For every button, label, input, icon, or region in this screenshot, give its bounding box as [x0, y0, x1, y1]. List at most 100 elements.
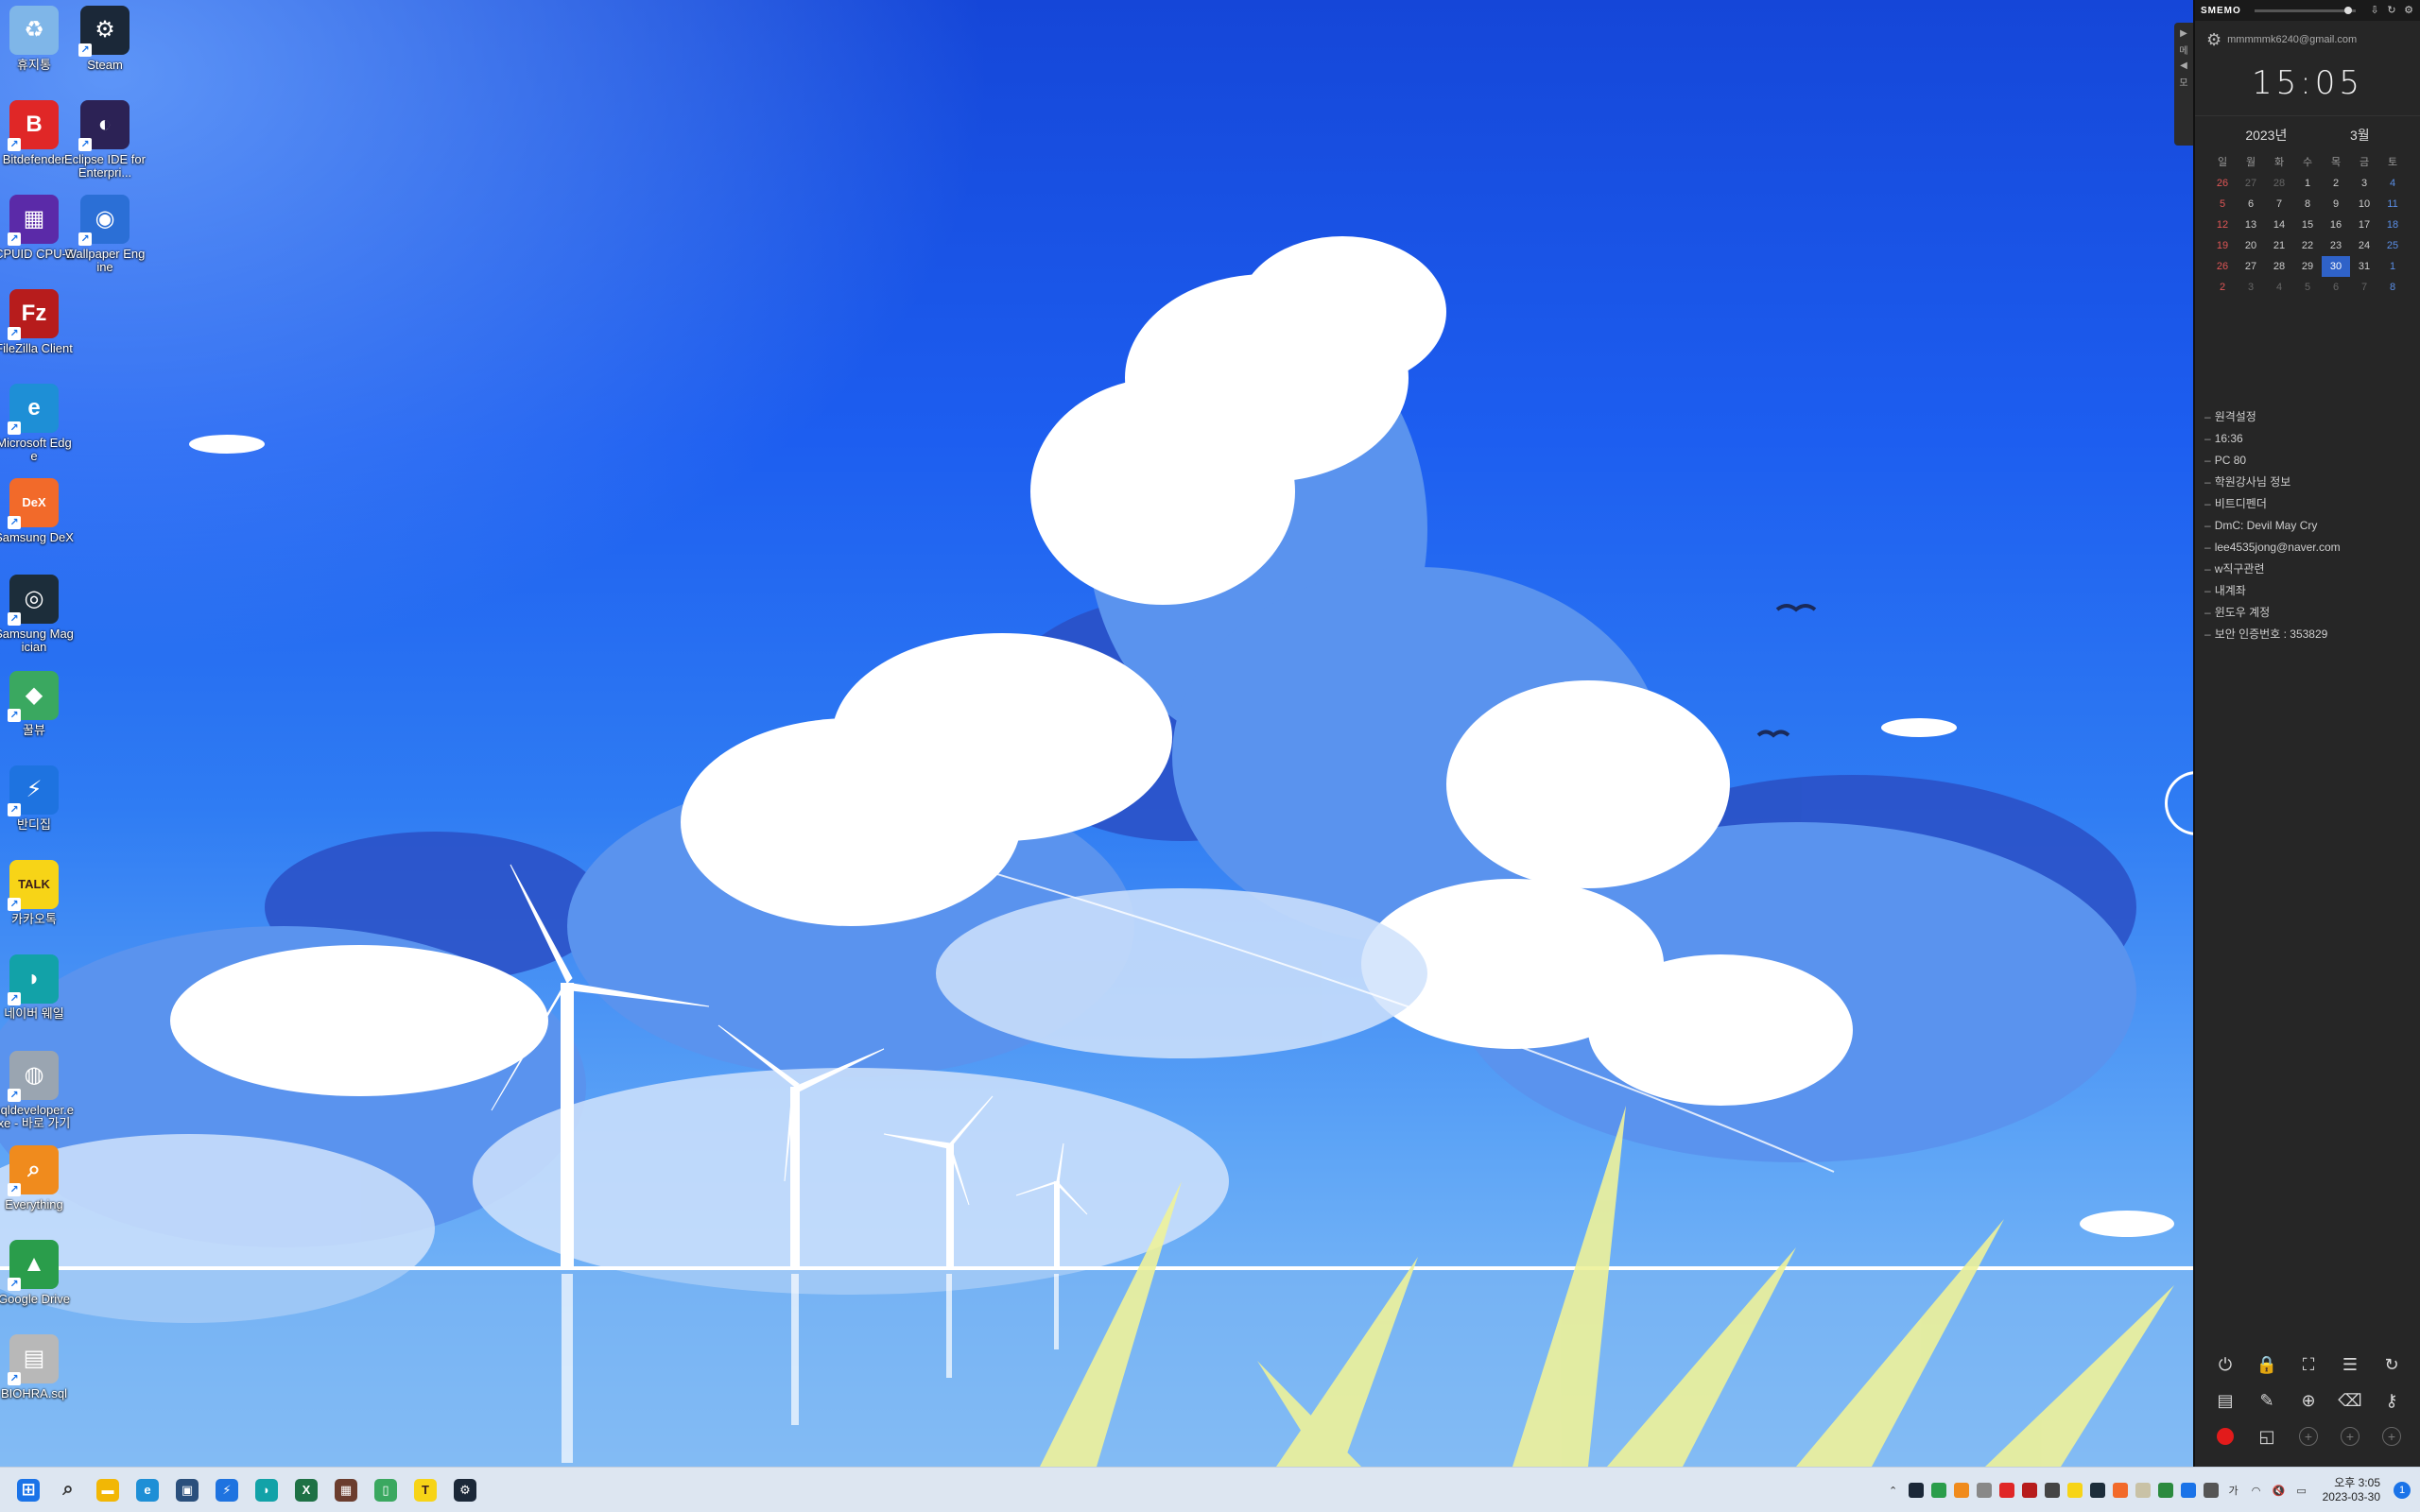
calendar-day[interactable]: 4 — [2378, 173, 2407, 194]
steam-tray-icon[interactable] — [1907, 1481, 1926, 1500]
calendar-day[interactable]: 10 — [2350, 194, 2378, 215]
store-button[interactable]: ▣ — [168, 1471, 206, 1509]
steam-tray-glyph — [1908, 1483, 1924, 1498]
memo-item[interactable]: 윈도우 계정 — [2204, 602, 2341, 624]
add-slot-icon[interactable]: + — [2329, 1425, 2371, 1448]
calendar-day[interactable]: 8 — [2378, 277, 2407, 298]
calendar-month[interactable]: 3월 — [2350, 126, 2370, 145]
refresh-icon[interactable]: ↻ — [2371, 1353, 2412, 1376]
memo-item[interactable]: lee4535jong@naver.com — [2204, 537, 2341, 558]
chevron-up-icon[interactable]: ⌃ — [1884, 1481, 1903, 1500]
screenshot-icon[interactable]: ⛶ — [2288, 1353, 2329, 1376]
app-tray-icon[interactable] — [2202, 1481, 2221, 1500]
kakaotalk-tray-icon[interactable] — [2066, 1481, 2084, 1500]
samsung-tray-icon[interactable] — [2043, 1481, 2062, 1500]
add-slot-icon[interactable]: + — [2371, 1425, 2412, 1448]
key-icon[interactable]: ⚷ — [2371, 1389, 2412, 1412]
notification-badge[interactable]: 1 — [2394, 1482, 2411, 1499]
smemo-tray-icon[interactable] — [2111, 1481, 2130, 1500]
desktop-shortcut[interactable]: ▤ ↗ BIOHRA.sql — [0, 1334, 75, 1400]
excel-button[interactable]: X — [287, 1471, 325, 1509]
window-icon[interactable]: ◱ — [2246, 1425, 2288, 1448]
app-tray-icon[interactable] — [2134, 1481, 2152, 1500]
checklist-icon[interactable]: ☰ — [2329, 1353, 2371, 1376]
pen-icon[interactable]: ✎ — [2246, 1389, 2288, 1412]
edge-button[interactable]: e — [129, 1471, 166, 1509]
app-button[interactable]: ▦ — [327, 1471, 365, 1509]
desktop-shortcut[interactable]: ◍ ↗ sqldeveloper.exe - 바로 가기 — [0, 1051, 75, 1130]
calendar-day[interactable]: 17 — [2350, 215, 2378, 235]
calendar-day[interactable]: 31 — [2350, 256, 2378, 277]
security-tray-icon[interactable] — [2156, 1481, 2175, 1500]
calendar-day[interactable]: 25 — [2378, 235, 2407, 256]
tray-clock[interactable]: 오후 3:05 2023-03-30 — [2323, 1476, 2380, 1504]
search-button[interactable]: ⌕ — [49, 1471, 87, 1509]
app-tray-icon[interactable] — [2088, 1481, 2107, 1500]
google-drive-tray-icon[interactable] — [1929, 1481, 1948, 1500]
calendar-day[interactable]: 24 — [2350, 235, 2378, 256]
shortcut-arrow-icon: ↗ — [8, 421, 21, 435]
battery-icon[interactable]: ▭ — [2292, 1481, 2311, 1500]
bandizip-button[interactable]: ⚡ — [208, 1471, 246, 1509]
desktop-shortcut[interactable]: ◎ ↗ Samsung Magician — [0, 575, 75, 654]
desktop-shortcut[interactable]: ⌕ ↗ Everything — [0, 1145, 75, 1211]
whale-button[interactable]: ◗ — [248, 1471, 285, 1509]
security-tray-glyph — [2157, 1483, 2173, 1498]
steam-button[interactable]: ⚙ — [446, 1471, 484, 1509]
volume-icon[interactable]: 🔇 — [2270, 1481, 2289, 1500]
input-method-icon[interactable]: 가 — [2224, 1481, 2243, 1500]
memo-item[interactable]: 비트디펜더 — [2204, 493, 2341, 515]
calendar-day[interactable]: 7 — [2350, 277, 2378, 298]
calendar-day[interactable]: 18 — [2378, 215, 2407, 235]
record-icon[interactable] — [2204, 1425, 2246, 1448]
add-slot-icon[interactable]: + — [2288, 1425, 2329, 1448]
desktop-shortcut[interactable]: TALK ↗ 카카오톡 — [0, 860, 75, 926]
onedrive-icon[interactable] — [1975, 1481, 1994, 1500]
memo-item[interactable]: 보안 인증번호 : 353829 — [2204, 624, 2341, 645]
eraser-icon[interactable]: ⌫ — [2329, 1389, 2371, 1412]
file-explorer-button[interactable]: ▬ — [89, 1471, 127, 1509]
file-explorer-icon: ▬ — [96, 1478, 119, 1502]
desktop-shortcut[interactable]: ◗ ↗ 네이버 웨일 — [0, 954, 75, 1021]
pin-icon[interactable]: ⇩ — [2369, 5, 2380, 16]
desktop-shortcut[interactable]: ◉ ↗ Wallpaper Engine — [64, 195, 146, 274]
settings-icon[interactable]: ⚙ — [2403, 5, 2414, 16]
wifi-icon[interactable]: ◠ — [2247, 1481, 2266, 1500]
filezilla-tray-icon[interactable] — [2020, 1481, 2039, 1500]
calendar-day[interactable]: 11 — [2378, 194, 2407, 215]
desktop-shortcut[interactable]: e ↗ Microsoft Edge — [0, 384, 75, 463]
desktop-shortcut[interactable]: Fz ↗ FileZilla Client — [0, 289, 75, 355]
desktop-shortcut[interactable]: ⚙ ↗ Steam — [64, 6, 146, 72]
everything-tray-icon[interactable] — [1952, 1481, 1971, 1500]
memo-item[interactable]: w직구관련 — [2204, 558, 2341, 580]
bluetooth-icon[interactable] — [2179, 1481, 2198, 1500]
bitdefender-tray-icon[interactable] — [1997, 1481, 2016, 1500]
power-icon[interactable]: ⏻ — [2204, 1353, 2246, 1376]
desktop-shortcut[interactable]: ▲ ↗ Google Drive — [0, 1240, 75, 1306]
notebook-icon[interactable]: ▤ — [2204, 1389, 2246, 1412]
memo-item[interactable]: 내계좌 — [2204, 580, 2341, 602]
slider-knob[interactable] — [2344, 6, 2352, 14]
phone-link-button[interactable]: ▯ — [367, 1471, 405, 1509]
zoom-icon[interactable]: ⊕ — [2288, 1389, 2329, 1412]
plus-circle: + — [2341, 1427, 2360, 1446]
desktop-shortcut[interactable]: ◆ ↗ 꿀뷰 — [0, 671, 75, 737]
calendar-day[interactable]: 1 — [2378, 256, 2407, 277]
calendar-day[interactable]: 3 — [2350, 173, 2378, 194]
memo-item[interactable]: 학원강사님 정보 — [2204, 472, 2341, 493]
memo-item[interactable]: DmC: Devil May Cry — [2204, 515, 2341, 537]
kakaotalk-button[interactable]: T — [406, 1471, 444, 1509]
lock-icon[interactable]: 🔒 — [2246, 1353, 2288, 1376]
start-button[interactable]: ⊞ — [9, 1471, 47, 1509]
arrow-right-icon: ▶ — [2180, 28, 2187, 39]
memo-collapse-tab[interactable]: ▶ 메 ◀ 모 — [2174, 23, 2193, 146]
desktop-shortcut-label: FileZilla Client — [0, 341, 73, 355]
memo-item[interactable]: 원격설정 — [2204, 406, 2341, 428]
desktop-shortcut[interactable]: ◐ ↗ Eclipse IDE for Enterpri... — [64, 100, 146, 180]
memo-item[interactable]: 16:36 — [2204, 428, 2341, 450]
shortcut-arrow-icon: ↗ — [8, 1278, 21, 1291]
desktop-shortcut[interactable]: DeX ↗ Samsung DeX — [0, 478, 75, 544]
sync-icon[interactable]: ↻ — [2386, 5, 2397, 16]
memo-item[interactable]: PC 80 — [2204, 450, 2341, 472]
desktop-shortcut[interactable]: ⚡ ↗ 반디집 — [0, 765, 75, 832]
